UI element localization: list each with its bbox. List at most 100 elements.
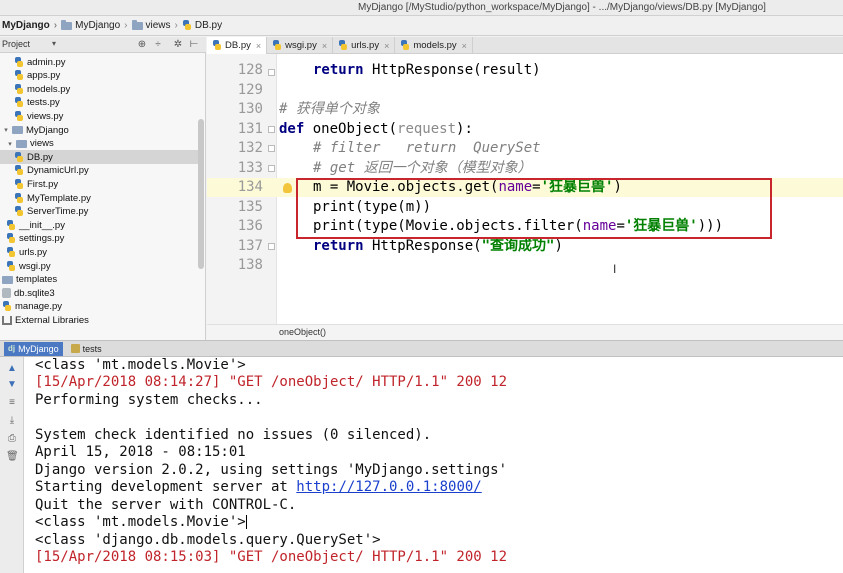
fold-marker-icon[interactable] <box>268 243 275 250</box>
tree-item[interactable]: DB.py <box>0 150 200 165</box>
soft-wrap-icon[interactable]: ≡ <box>6 397 18 409</box>
line-number: 138 <box>237 257 263 273</box>
tree-item[interactable]: ServerTime.py <box>0 205 200 219</box>
code-line-137: 137 return HttpResponse("查询成功") <box>207 237 843 256</box>
project-panel-title[interactable]: Project <box>2 39 30 49</box>
tree-item[interactable]: wsgi.py <box>0 259 200 273</box>
python-file-icon <box>14 56 24 68</box>
gear-icon[interactable]: ✲ <box>172 39 184 51</box>
nav-crumb-label: MyDjango <box>2 20 50 31</box>
python-file-icon <box>2 301 12 312</box>
run-tab-label: tests <box>82 343 102 354</box>
expand-arrow-icon[interactable]: ▾ <box>2 126 10 134</box>
editor-tab[interactable]: urls.py × <box>333 37 396 54</box>
print-icon[interactable]: ⎙ <box>6 433 18 445</box>
code-comment: # filter return QuerySet <box>313 140 541 156</box>
python-file-icon <box>14 206 24 217</box>
tree-item-label: wsgi.py <box>19 260 51 272</box>
library-icon <box>2 315 12 325</box>
editor-breadcrumb[interactable]: oneObject() <box>279 327 326 337</box>
console-output[interactable]: <class 'mt.models.Movie'> [15/Apr/2018 0… <box>24 357 843 573</box>
python-file-icon <box>14 165 24 176</box>
tree-item-label: DB.py <box>27 151 53 163</box>
python-file-icon <box>6 246 16 258</box>
tree-item[interactable]: db.sqlite3 <box>0 286 200 300</box>
tree-item[interactable]: MyTemplate.py <box>0 191 200 205</box>
arrow-up-icon[interactable]: ▲ <box>6 363 18 375</box>
nav-crumb-file[interactable]: DB.py <box>182 20 222 31</box>
line-number: 135 <box>237 199 263 215</box>
code-editor[interactable]: 128 return HttpResponse(result) 129 130 … <box>207 54 843 324</box>
expand-arrow-icon[interactable]: ▾ <box>6 140 14 148</box>
python-file-icon <box>272 40 282 51</box>
test-config-icon <box>70 344 80 353</box>
tree-item[interactable]: __init__.py <box>0 218 200 232</box>
tree-item[interactable]: DynamicUrl.py <box>0 164 200 178</box>
tree-scrollbar[interactable] <box>198 119 204 269</box>
fold-marker-icon[interactable] <box>268 126 275 133</box>
console-line: System check identified no issues (0 sil… <box>35 427 432 443</box>
chevron-down-icon[interactable]: ▾ <box>52 39 56 48</box>
fold-marker-icon[interactable] <box>268 145 275 152</box>
run-tab-bar: dj MyDjango tests <box>0 340 843 357</box>
target-icon[interactable]: ⊕ <box>136 39 148 51</box>
tree-item[interactable]: ▾ views <box>0 137 200 151</box>
nav-crumb-package[interactable]: MyDjango › <box>61 19 128 31</box>
console-line: Quit the server with CONTROL-C. <box>35 497 297 513</box>
console-line: <class 'django.db.models.query.QuerySet'… <box>35 532 381 548</box>
trash-icon[interactable]: 🗑 <box>6 451 19 463</box>
title-bar: MyDjango [/MyStudio/python_workspace/MyD… <box>0 0 843 16</box>
tree-item-label: urls.py <box>19 246 47 258</box>
editor-tab[interactable]: models.py × <box>395 37 473 54</box>
editor-tab-label: models.py <box>413 40 457 51</box>
python-file-icon <box>14 192 24 204</box>
server-url-link[interactable]: http://127.0.0.1:8000/ <box>296 479 481 495</box>
tree-item[interactable]: tests.py <box>0 96 200 110</box>
tree-item[interactable]: apps.py <box>0 69 200 83</box>
arrow-down-icon[interactable]: ▼ <box>6 379 18 391</box>
close-icon[interactable]: × <box>256 41 261 51</box>
scroll-to-end-icon[interactable]: ⤓ <box>6 415 18 427</box>
tree-item-label: views <box>30 138 54 150</box>
line-number: 129 <box>237 82 263 98</box>
tree-item[interactable]: models.py <box>0 82 200 96</box>
code-line-128: 128 return HttpResponse(result) <box>207 61 843 80</box>
editor-tab-bar: DB.py × wsgi.py × urls.py × models.py × <box>207 37 843 54</box>
tree-item[interactable]: admin.py <box>0 55 200 69</box>
tree-item[interactable]: templates <box>0 273 200 287</box>
line-number: 134 <box>237 179 263 195</box>
close-icon[interactable]: × <box>322 41 327 51</box>
tree-item[interactable]: urls.py <box>0 245 200 259</box>
code-text: return HttpResponse(result) <box>313 62 541 78</box>
run-tab-mydjango[interactable]: dj MyDjango <box>4 341 63 356</box>
highlight-annotation-box <box>296 178 772 239</box>
line-number: 137 <box>237 238 263 254</box>
code-line-130: 130 # 获得单个对象 <box>207 100 843 119</box>
tree-item[interactable]: manage.py <box>0 300 200 314</box>
collapse-icon[interactable]: ÷ <box>152 39 164 51</box>
tree-item[interactable]: First.py <box>0 177 200 191</box>
editor-tab[interactable]: wsgi.py × <box>267 37 334 54</box>
run-tab-tests[interactable]: tests <box>67 342 106 356</box>
nav-crumb-label: views <box>145 20 171 31</box>
folder-icon <box>12 126 23 134</box>
hide-panel-icon[interactable]: ⊢ <box>188 39 200 51</box>
tree-item[interactable]: ▾ MyDjango <box>0 123 200 137</box>
close-icon[interactable]: × <box>462 41 467 51</box>
tree-item-label: ServerTime.py <box>27 206 89 218</box>
tree-item[interactable]: settings.py <box>0 232 200 246</box>
project-tree: admin.py apps.py models.py tests.py views.py… <box>0 53 206 340</box>
fold-marker-icon[interactable] <box>268 165 275 172</box>
fold-marker-icon[interactable] <box>268 69 275 76</box>
nav-crumb-project[interactable]: MyDjango › <box>2 20 57 31</box>
editor-tab-label: wsgi.py <box>285 40 317 51</box>
nav-crumb-views[interactable]: views › <box>131 19 178 31</box>
python-file-icon <box>6 260 16 272</box>
tree-item[interactable]: External Libraries <box>0 313 200 327</box>
tree-item[interactable]: views.py <box>0 109 200 123</box>
lightbulb-icon[interactable] <box>283 183 292 193</box>
console-toolbar: ▲ ▼ ≡ ⤓ ⎙ 🗑 <box>0 357 24 573</box>
close-icon[interactable]: × <box>384 41 389 51</box>
editor-tab[interactable]: DB.py × <box>207 37 268 54</box>
code-comment: # 获得单个对象 <box>279 101 380 117</box>
